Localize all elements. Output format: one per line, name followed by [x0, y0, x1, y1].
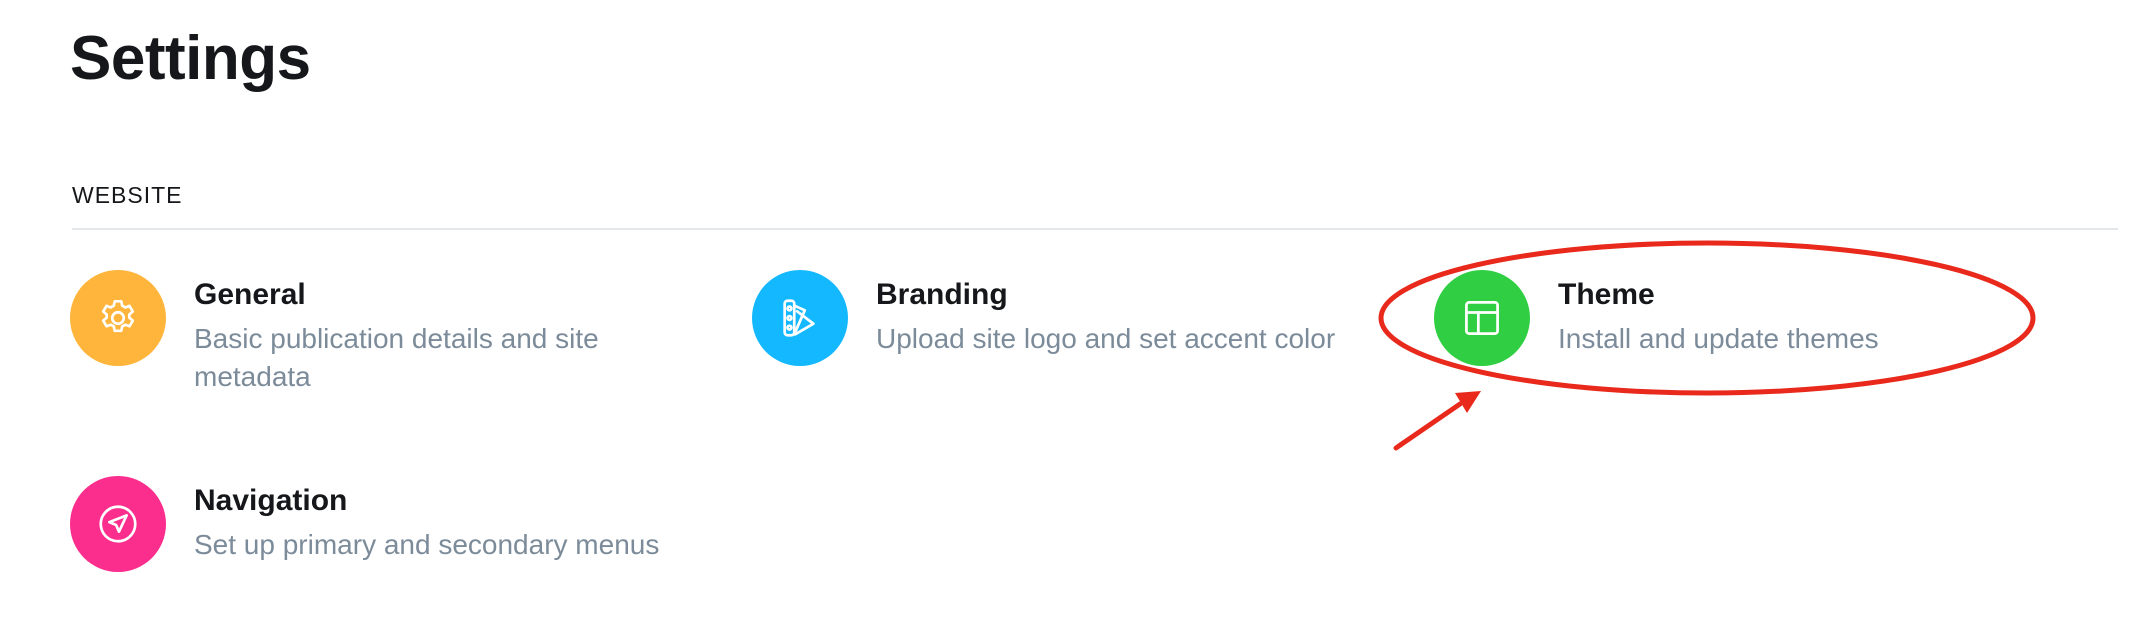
section-divider — [72, 228, 2118, 230]
settings-page: Settings WEBSITE General Basic publicati… — [0, 0, 2142, 628]
branding-icon-badge — [752, 270, 848, 366]
setting-item-general[interactable]: General Basic publication details and si… — [70, 270, 664, 396]
setting-item-navigation[interactable]: Navigation Set up primary and secondary … — [70, 476, 659, 572]
navigation-icon-badge — [70, 476, 166, 572]
setting-text-branding: Branding Upload site logo and set accent… — [876, 270, 1335, 358]
setting-description: Basic publication details and site metad… — [194, 323, 599, 392]
general-icon-badge — [70, 270, 166, 366]
setting-item-branding[interactable]: Branding Upload site logo and set accent… — [752, 270, 1335, 366]
setting-title: General — [194, 278, 306, 311]
setting-text-general: General Basic publication details and si… — [194, 270, 664, 396]
layout-icon — [1465, 301, 1499, 335]
swatch-icon — [783, 299, 815, 337]
setting-title: Navigation — [194, 484, 348, 517]
setting-title: Theme — [1558, 278, 1655, 311]
theme-icon-badge — [1434, 270, 1530, 366]
setting-description: Set up primary and secondary menus — [194, 529, 660, 560]
send-icon — [99, 505, 137, 543]
setting-text-theme: Theme Install and update themes — [1558, 270, 1879, 358]
gear-icon — [101, 299, 135, 333]
setting-description: Install and update themes — [1558, 323, 1879, 354]
setting-description: Upload site logo and set accent color — [876, 323, 1336, 354]
setting-item-theme[interactable]: Theme Install and update themes — [1434, 270, 1879, 366]
setting-text-navigation: Navigation Set up primary and secondary … — [194, 476, 659, 564]
page-title: Settings — [70, 24, 311, 93]
section-header-website: WEBSITE — [72, 182, 183, 208]
pointer-arrow-shaft — [1393, 401, 1463, 451]
pointer-arrow-head — [1455, 391, 1481, 413]
setting-title: Branding — [876, 278, 1008, 311]
